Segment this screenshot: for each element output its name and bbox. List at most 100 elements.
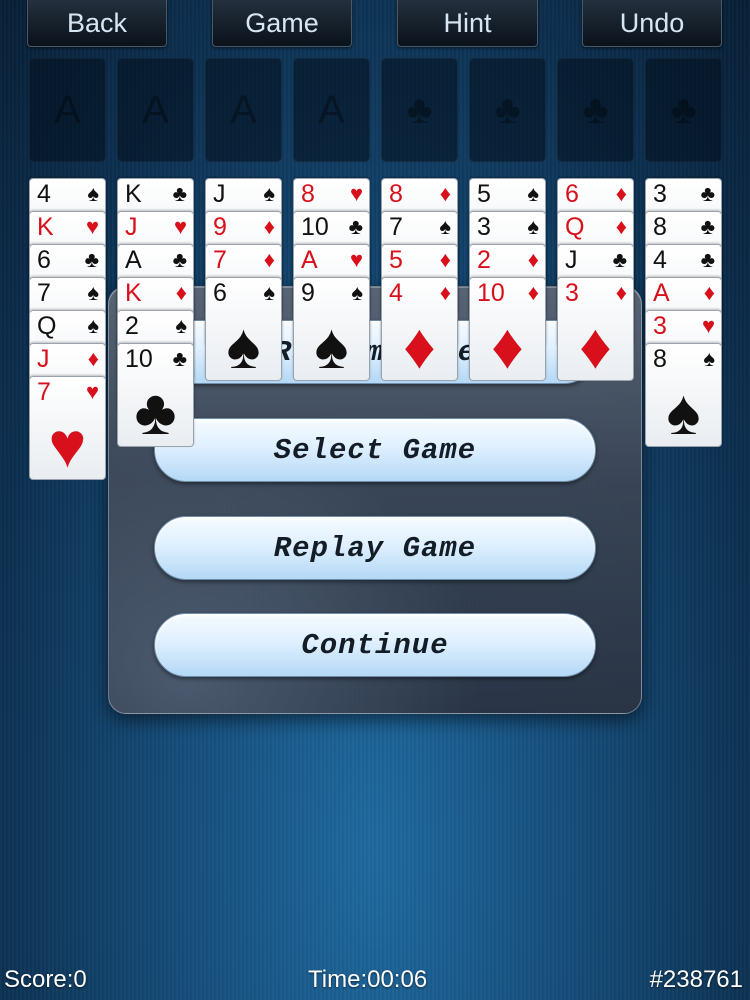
card-rank: 9 (213, 213, 227, 241)
card-rank: 7 (37, 378, 51, 406)
card-suit-icon: ♠ (263, 181, 275, 206)
card-rank: 10 (477, 279, 505, 307)
card-suit-icon: ♥ (85, 214, 99, 239)
card-suit-icon: ♦ (439, 247, 451, 272)
card-suit-icon: ♦ (263, 214, 275, 239)
card-suit-icon: ♣ (172, 346, 187, 371)
playing-card[interactable]: 7 ♥ ♥ (29, 376, 106, 480)
card-rank: 7 (37, 279, 51, 307)
card-suit-icon: ♥ (349, 181, 363, 206)
card-suit-icon: ♣ (612, 247, 627, 272)
card-rank: 8 (653, 345, 667, 373)
foundation-2[interactable]: ♣ (469, 58, 546, 162)
card-suit-icon: ♦ (439, 181, 451, 206)
card-rank: 4 (389, 279, 403, 307)
card-rank: 8 (301, 180, 315, 208)
playing-card[interactable]: 10 ♣ ♣ (117, 343, 194, 447)
card-suit-icon: ♦ (527, 280, 539, 305)
card-center-suit-icon: ♠ (314, 310, 349, 382)
card-suit-icon: ♦ (87, 346, 99, 371)
game-number-label: #238761 (649, 966, 743, 993)
replay-game-button[interactable]: Replay Game (154, 516, 596, 580)
card-suit-icon: ♠ (439, 214, 451, 239)
card-rank: 5 (389, 246, 403, 274)
card-suit-icon: ♣ (172, 181, 187, 206)
game-button[interactable]: Game (212, 0, 352, 47)
card-suit-icon: ♠ (87, 313, 99, 338)
club-icon: ♣ (582, 87, 609, 132)
foundation-4[interactable]: ♣ (645, 58, 722, 162)
free-cell-1[interactable]: A (29, 58, 106, 162)
card-rank: 3 (653, 312, 667, 340)
card-rank: J (37, 345, 50, 373)
card-suit-icon: ♦ (439, 280, 451, 305)
club-icon: ♣ (670, 87, 697, 132)
card-rank: 7 (213, 246, 227, 274)
free-cell-4[interactable]: A (293, 58, 370, 162)
free-cell-2[interactable]: A (117, 58, 194, 162)
card-rank: K (125, 180, 142, 208)
card-suit-icon: ♥ (85, 379, 99, 404)
card-rank: 10 (301, 213, 329, 241)
card-rank: 3 (565, 279, 579, 307)
card-suit-icon: ♥ (173, 214, 187, 239)
select-game-button[interactable]: Select Game (154, 418, 596, 482)
undo-button[interactable]: Undo (582, 0, 722, 47)
card-suit-icon: ♣ (700, 214, 715, 239)
card-suit-icon: ♠ (527, 181, 539, 206)
playing-card[interactable]: 9 ♠ ♠ (293, 277, 370, 381)
card-rank: 9 (301, 279, 315, 307)
card-rank: 5 (477, 180, 491, 208)
card-rank: 3 (653, 180, 667, 208)
club-icon: ♣ (494, 87, 521, 132)
card-center-suit-icon: ♣ (134, 376, 177, 448)
playing-card[interactable]: 10 ♦ ♦ (469, 277, 546, 381)
playing-card[interactable]: 8 ♠ ♠ (645, 343, 722, 447)
score-label: Score:0 (4, 966, 87, 993)
playing-card[interactable]: 6 ♠ ♠ (205, 277, 282, 381)
free-cell-3[interactable]: A (205, 58, 282, 162)
card-center-suit-icon: ♦ (491, 310, 524, 382)
card-suit-icon: ♠ (175, 313, 187, 338)
card-suit-icon: ♣ (172, 247, 187, 272)
card-suit-icon: ♣ (700, 247, 715, 272)
continue-button[interactable]: Continue (154, 613, 596, 677)
card-rank: 8 (389, 180, 403, 208)
card-suit-icon: ♠ (527, 214, 539, 239)
card-rank: 2 (477, 246, 491, 274)
card-rank: A (653, 279, 670, 307)
hint-button[interactable]: Hint (397, 0, 538, 47)
foundation-1[interactable]: ♣ (381, 58, 458, 162)
card-rank: 6 (37, 246, 51, 274)
card-rank: 7 (389, 213, 403, 241)
card-suit-icon: ♦ (263, 247, 275, 272)
card-rank: Q (565, 213, 585, 241)
card-rank: 8 (653, 213, 667, 241)
card-rank: 2 (125, 312, 139, 340)
card-suit-icon: ♦ (615, 181, 627, 206)
card-suit-icon: ♦ (615, 214, 627, 239)
card-suit-icon: ♣ (348, 214, 363, 239)
card-suit-icon: ♠ (263, 280, 275, 305)
card-suit-icon: ♣ (84, 247, 99, 272)
playing-card[interactable]: 3 ♦ ♦ (557, 277, 634, 381)
card-rank: 6 (565, 180, 579, 208)
card-rank: 3 (477, 213, 491, 241)
free-cell-placeholder-icon: A (142, 87, 169, 132)
card-rank: 4 (37, 180, 51, 208)
timer-label: Time:00:06 (308, 966, 428, 993)
club-icon: ♣ (406, 87, 433, 132)
playing-card[interactable]: 4 ♦ ♦ (381, 277, 458, 381)
card-rank: 6 (213, 279, 227, 307)
card-suit-icon: ♠ (87, 280, 99, 305)
back-button[interactable]: Back (27, 0, 167, 47)
card-suit-icon: ♠ (351, 280, 363, 305)
card-rank: J (565, 246, 578, 274)
foundation-3[interactable]: ♣ (557, 58, 634, 162)
card-suit-icon: ♠ (87, 181, 99, 206)
free-cell-placeholder-icon: A (54, 87, 81, 132)
card-rank: J (125, 213, 138, 241)
card-suit-icon: ♣ (700, 181, 715, 206)
card-rank: K (37, 213, 54, 241)
card-rank: K (125, 279, 142, 307)
